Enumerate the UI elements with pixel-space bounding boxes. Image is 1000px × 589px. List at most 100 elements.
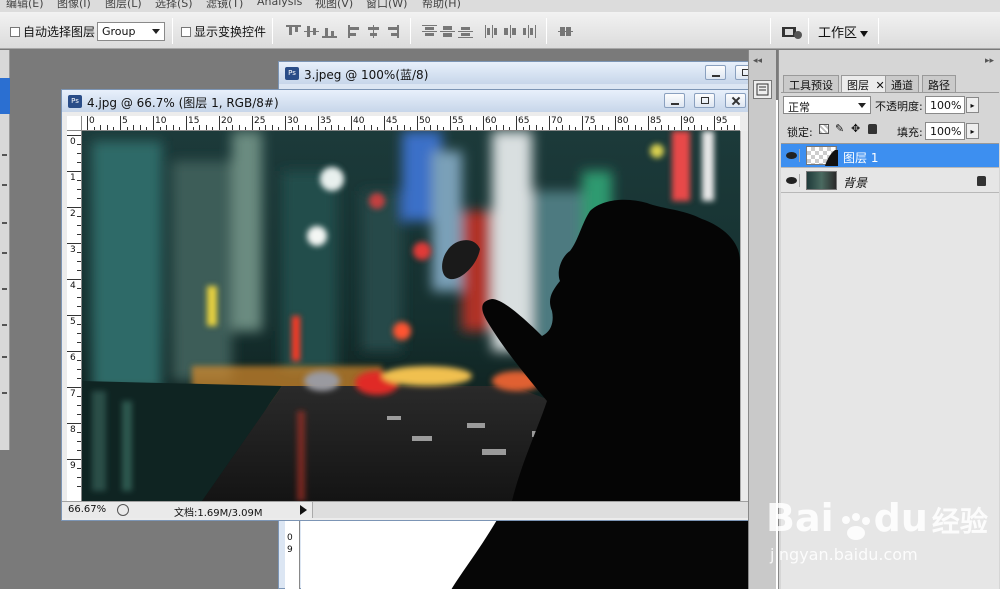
ruler-label: 8 (70, 425, 76, 435)
lock-brush-icon[interactable]: ✎ (835, 122, 844, 135)
status-options-icon[interactable] (117, 504, 129, 516)
minimize-button[interactable] (705, 65, 726, 80)
ruler-label: 5 (122, 116, 128, 126)
ruler-label: 5 (70, 317, 76, 327)
expand-arrows-icon[interactable]: ▸▸ (985, 56, 994, 66)
menu-bar: 编辑(E) 图像(I) 图层(L) 选择(S) 滤镜(T) Analysis 视… (0, 0, 1000, 12)
ruler-label: 1 (70, 173, 76, 183)
zoom-level[interactable]: 66.67% (68, 504, 106, 515)
menu-analysis[interactable]: Analysis (257, 0, 302, 8)
menu-edit[interactable]: 编辑(E) (6, 0, 44, 11)
menu-image[interactable]: 图像(I) (57, 0, 91, 11)
menu-select[interactable]: 选择(S) (155, 0, 193, 11)
photoshop-icon: Ps (68, 95, 82, 108)
ruler-tick (67, 279, 81, 280)
divider (808, 18, 809, 44)
ruler-tick (648, 116, 649, 130)
ruler-label: 0 (89, 116, 95, 126)
divider (878, 18, 879, 44)
layer-row-layer1[interactable]: 图层 1 (781, 144, 999, 168)
align-right-icon[interactable] (384, 25, 399, 38)
auto-align-icon[interactable] (558, 25, 573, 38)
title-bar[interactable]: Ps 4.jpg @ 66.7% (图层 1, RGB/8#) (62, 90, 760, 112)
align-bottom-icon[interactable] (322, 25, 337, 38)
document-title: 4.jpg @ 66.7% (图层 1, RGB/8#) (87, 96, 279, 110)
ruler-label: 3 (70, 245, 76, 255)
document-size: 文档:1.69M/3.09M (174, 508, 263, 519)
menu-layer[interactable]: 图层(L) (105, 0, 142, 11)
ruler-origin[interactable] (67, 116, 82, 131)
close-button[interactable] (725, 93, 746, 108)
distribute-left-icon[interactable] (485, 25, 500, 38)
distribute-top-icon[interactable] (422, 25, 437, 38)
distribute-right-icon[interactable] (521, 25, 536, 38)
tab-channels[interactable]: 通道 (885, 75, 919, 92)
lock-transparency-icon[interactable] (819, 124, 829, 134)
align-vcenter-icon[interactable] (304, 25, 319, 38)
auto-select-dropdown[interactable]: Group (97, 22, 165, 41)
align-hcenter-icon[interactable] (366, 25, 381, 38)
align-left-icon[interactable] (348, 25, 363, 38)
collapse-arrows-icon[interactable]: ◂◂ (753, 56, 762, 66)
ruler-tick (483, 116, 484, 130)
opacity-input[interactable]: 100% (925, 96, 965, 114)
horizontal-scrollbar[interactable] (312, 502, 760, 518)
distribute-hcenter-icon[interactable] (503, 25, 518, 38)
canvas-back[interactable] (301, 513, 765, 589)
checkbox-box[interactable] (181, 26, 191, 37)
distribute-bottom-icon[interactable] (458, 25, 473, 38)
status-menu-arrow-icon[interactable] (300, 505, 307, 515)
ruler-label: 75 (584, 116, 596, 126)
ruler-tick (67, 135, 81, 136)
eye-icon[interactable] (784, 149, 800, 162)
ruler-tick (615, 116, 616, 130)
ruler-label: 6 (70, 353, 76, 363)
workspace-menu[interactable]: 工作区 (818, 22, 869, 41)
tab-tool-presets[interactable]: 工具预设 (783, 75, 839, 92)
file-browser-icon[interactable] (780, 23, 804, 40)
document-window-front[interactable]: Ps 4.jpg @ 66.7% (图层 1, RGB/8#) 0 5 10 15 20… (61, 89, 761, 521)
ruler-tick (549, 116, 550, 130)
auto-select-checkbox[interactable]: 自动选择图层 (10, 23, 95, 40)
ruler-tick (252, 116, 253, 130)
distribute-vcenter-icon[interactable] (440, 25, 455, 38)
silhouette-image (451, 513, 765, 589)
menu-view[interactable]: 视图(V) (315, 0, 353, 11)
blend-mode-dropdown[interactable]: 正常 (783, 96, 871, 114)
restore-button[interactable] (694, 93, 715, 108)
title-bar[interactable]: Ps 3.jpeg @ 100%(蓝/8) (279, 62, 763, 84)
tab-layers[interactable]: 图层 ✕ (841, 75, 891, 93)
lock-move-icon[interactable]: ✥ (851, 122, 860, 135)
menu-help[interactable]: 帮助(H) (422, 0, 461, 11)
canvas-front[interactable] (82, 131, 740, 501)
checkbox-box[interactable] (10, 26, 20, 37)
opacity-slider-button[interactable]: ▸ (966, 97, 979, 113)
show-transform-checkbox[interactable]: 显示变换控件 (181, 23, 266, 40)
tool-button[interactable] (0, 78, 10, 114)
ruler-tick (318, 116, 319, 130)
lock-icon (977, 176, 986, 186)
layer-row-background[interactable]: 背景 (781, 169, 999, 193)
lock-all-icon[interactable] (868, 124, 877, 134)
layer-name[interactable]: 图层 1 (843, 149, 878, 166)
ruler-tick (681, 116, 682, 130)
ruler-label: 80 (617, 116, 629, 126)
ruler-tick (351, 116, 352, 130)
ruler-label: 20 (221, 116, 233, 126)
layer-thumbnail (806, 171, 837, 190)
fill-slider-button[interactable]: ▸ (966, 123, 979, 139)
panel-toggle-button[interactable] (753, 80, 772, 99)
layer-name[interactable]: 背景 (843, 174, 867, 191)
close-icon[interactable]: ✕ (876, 79, 885, 92)
align-top-icon[interactable] (286, 25, 301, 38)
ruler-label: 10 (155, 116, 167, 126)
ruler-label: 60 (485, 116, 497, 126)
menu-filter[interactable]: 滤镜(T) (206, 0, 243, 11)
eye-icon[interactable] (784, 174, 800, 187)
menu-window[interactable]: 窗口(W) (366, 0, 407, 11)
tab-paths[interactable]: 路径 (922, 75, 956, 92)
minimize-button[interactable] (664, 93, 685, 108)
fill-input[interactable]: 100% (925, 122, 965, 140)
ruler-label: 7 (70, 389, 76, 399)
ruler-label: 50 (419, 116, 431, 126)
